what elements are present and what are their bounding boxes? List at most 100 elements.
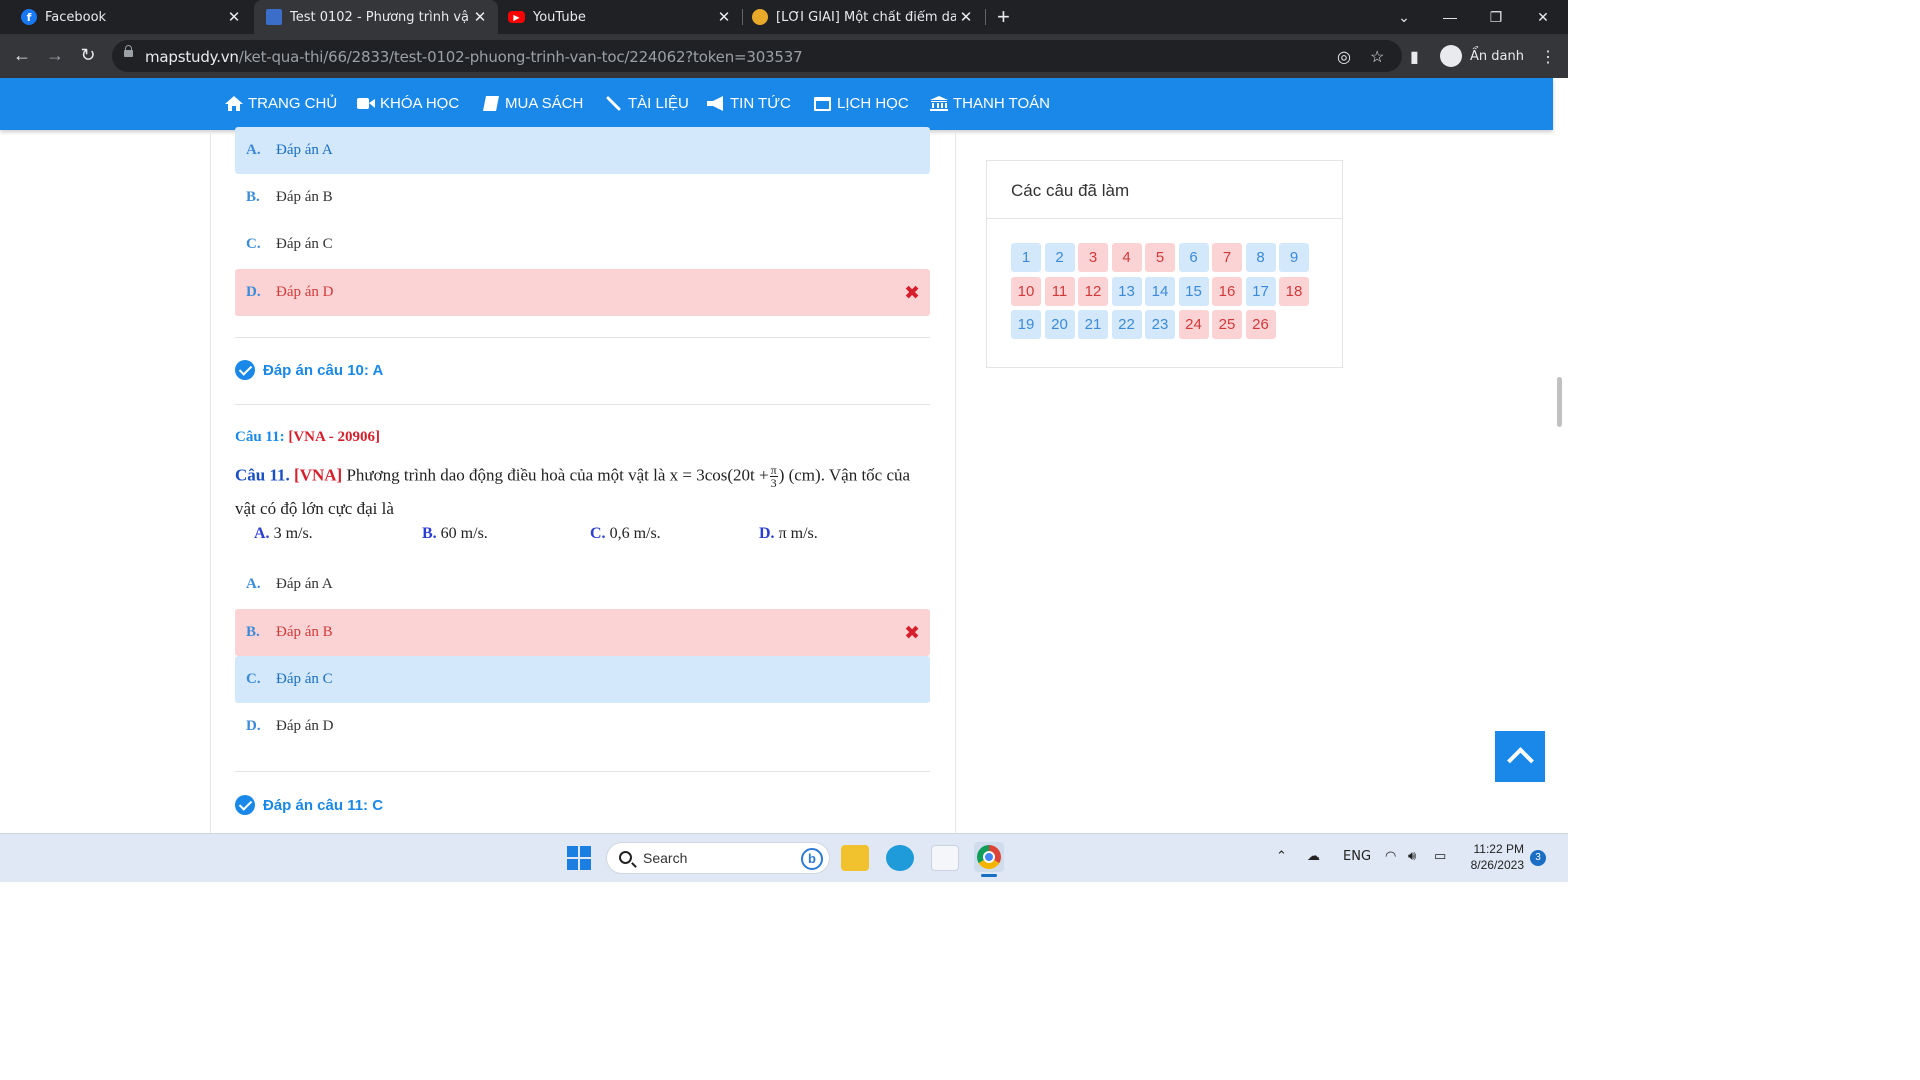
language-indicator[interactable]: ENG: [1343, 849, 1371, 864]
file-explorer-icon[interactable]: [841, 845, 869, 871]
minimize-button[interactable]: —: [1427, 0, 1473, 34]
wifi-icon[interactable]: ◠: [1385, 849, 1396, 864]
q10-option-b[interactable]: B. Đáp án B: [235, 174, 930, 221]
tab-facebook[interactable]: f Facebook ✕: [0, 0, 252, 34]
scroll-to-top-button[interactable]: [1495, 731, 1545, 782]
question-cell-25[interactable]: 25: [1212, 310, 1242, 339]
url-text[interactable]: mapstudy.vn/ket-qua-thi/66/2833/test-010…: [145, 48, 803, 66]
chevron-up-icon[interactable]: ⌃: [1276, 849, 1287, 864]
close-icon[interactable]: ✕: [956, 8, 976, 26]
divider: [235, 404, 930, 405]
question-cell-6[interactable]: 6: [1178, 243, 1209, 272]
chevron-down-icon[interactable]: ⌄: [1381, 0, 1427, 34]
question-cell-21[interactable]: 21: [1078, 310, 1108, 339]
nav-lich-hoc[interactable]: LỊCH HỌC: [814, 95, 909, 112]
nav-label: TIN TỨC: [730, 95, 791, 112]
nav-tai-lieu[interactable]: TÀI LIỆU: [605, 95, 689, 112]
question-cell-7[interactable]: 7: [1212, 243, 1242, 272]
question-code: [VNA - 20906]: [288, 429, 380, 445]
option-letter: C.: [246, 671, 261, 687]
question-cell-23[interactable]: 23: [1145, 310, 1175, 339]
nav-tin-tuc[interactable]: TIN TỨC: [707, 95, 791, 112]
divider: [235, 337, 930, 338]
q11-option-b[interactable]: B. Đáp án B ✖: [235, 609, 930, 656]
question-cell-13[interactable]: 13: [1111, 276, 1142, 306]
q11-option-d[interactable]: D. Đáp án D: [235, 703, 930, 750]
question-cell-22[interactable]: 22: [1111, 310, 1142, 339]
question-cell-16[interactable]: 16: [1212, 276, 1242, 306]
back-arrow-icon[interactable]: ←: [10, 45, 34, 66]
option-letter: B.: [246, 189, 260, 205]
option-letter: A.: [246, 142, 261, 158]
question-cell-18[interactable]: 18: [1279, 276, 1309, 306]
question-cell-19[interactable]: 19: [1011, 310, 1041, 339]
question-cell-26[interactable]: 26: [1245, 310, 1276, 339]
question-cell-24[interactable]: 24: [1178, 310, 1209, 339]
close-icon[interactable]: ✕: [470, 8, 490, 26]
question-cell-17[interactable]: 17: [1245, 276, 1276, 306]
wrong-x-icon: ✖: [904, 281, 920, 304]
option-text: Đáp án A: [276, 142, 333, 158]
question-cell-9[interactable]: 9: [1279, 243, 1309, 272]
close-window-button[interactable]: ✕: [1520, 0, 1566, 34]
tab-test[interactable]: Test 0102 - Phương trình vận tốc ✕: [254, 0, 498, 34]
option-text: Đáp án A: [276, 576, 333, 592]
star-icon[interactable]: ☆: [1370, 47, 1384, 67]
windows-start-icon[interactable]: [567, 846, 591, 870]
question-cell-15[interactable]: 15: [1178, 276, 1209, 306]
taskbar-clock[interactable]: 11:22 PM 8/26/2023: [1462, 841, 1524, 873]
store-icon[interactable]: [931, 845, 959, 871]
volume-icon[interactable]: 🔊︎: [1408, 849, 1416, 864]
side-panel-icon[interactable]: ▮: [1410, 47, 1419, 67]
q10-option-a[interactable]: A. Đáp án A: [235, 127, 930, 174]
chrome-icon: [977, 845, 1001, 869]
maximize-button[interactable]: ❐: [1473, 0, 1519, 34]
edge-icon[interactable]: [886, 845, 914, 871]
q11-option-a[interactable]: A. Đáp án A: [235, 561, 930, 608]
taskbar-search[interactable]: Search b: [606, 842, 830, 874]
tab-separator: [742, 9, 743, 25]
question-cell-5[interactable]: 5: [1145, 243, 1175, 272]
forward-arrow-icon[interactable]: →: [43, 45, 67, 66]
scrollbar[interactable]: [1557, 377, 1562, 427]
tab-loigiai[interactable]: [LỜI GIẢI] Một chất điểm dao độ ✕: [744, 0, 984, 34]
question-cell-10[interactable]: 10: [1011, 276, 1041, 306]
close-icon[interactable]: ✕: [224, 8, 244, 26]
bing-icon[interactable]: b: [801, 848, 823, 870]
question-cell-8[interactable]: 8: [1245, 243, 1276, 272]
battery-icon[interactable]: ▭: [1434, 849, 1446, 864]
question-cell-14[interactable]: 14: [1145, 276, 1175, 306]
nav-label: MUA SÁCH: [505, 95, 584, 112]
notification-badge[interactable]: 3: [1530, 850, 1546, 866]
new-tab-button[interactable]: +: [997, 4, 1010, 30]
tab-separator: [985, 9, 986, 25]
option-text: Đáp án D: [276, 284, 334, 300]
lock-icon[interactable]: [124, 45, 133, 57]
question-cell-4[interactable]: 4: [1111, 243, 1142, 272]
tab-youtube[interactable]: ▶ YouTube ✕: [500, 0, 742, 34]
q11-option-c[interactable]: C. Đáp án C: [235, 656, 930, 703]
incognito-profile[interactable]: Ẩn danh: [1440, 44, 1524, 68]
nav-mua-sach[interactable]: MUA SÁCH: [482, 95, 583, 112]
close-icon[interactable]: ✕: [714, 8, 734, 26]
q10-option-d[interactable]: D. Đáp án D ✖: [235, 269, 930, 316]
question-cell-2[interactable]: 2: [1044, 243, 1075, 272]
nav-trang-chu[interactable]: TRANG CHỦ: [225, 95, 337, 112]
tab-title: Test 0102 - Phương trình vận tốc: [290, 9, 470, 25]
q10-answer: Đáp án câu 10: A: [235, 360, 383, 380]
nav-khoa-hoc[interactable]: KHÓA HỌC: [357, 95, 459, 112]
more-menu-icon[interactable]: ⋮: [1540, 47, 1556, 67]
question-cell-3[interactable]: 3: [1078, 243, 1108, 272]
question-cell-20[interactable]: 20: [1044, 310, 1075, 339]
cloud-off-icon[interactable]: ☁: [1307, 849, 1320, 864]
question-cell-1[interactable]: 1: [1011, 243, 1041, 272]
question-cell-12[interactable]: 12: [1078, 276, 1108, 306]
answer-text: Đáp án câu 11: C: [263, 796, 384, 814]
q11-choice-a: A. 3 m/s.: [254, 525, 313, 542]
question-cell-11[interactable]: 11: [1044, 276, 1075, 306]
nav-thanh-toan[interactable]: THANH TOÁN: [930, 95, 1050, 112]
eye-off-icon[interactable]: ◎: [1337, 47, 1351, 67]
q10-option-c[interactable]: C. Đáp án C: [235, 221, 930, 268]
chrome-taskbar-button[interactable]: [974, 842, 1004, 872]
reload-icon[interactable]: ↻: [76, 45, 100, 66]
